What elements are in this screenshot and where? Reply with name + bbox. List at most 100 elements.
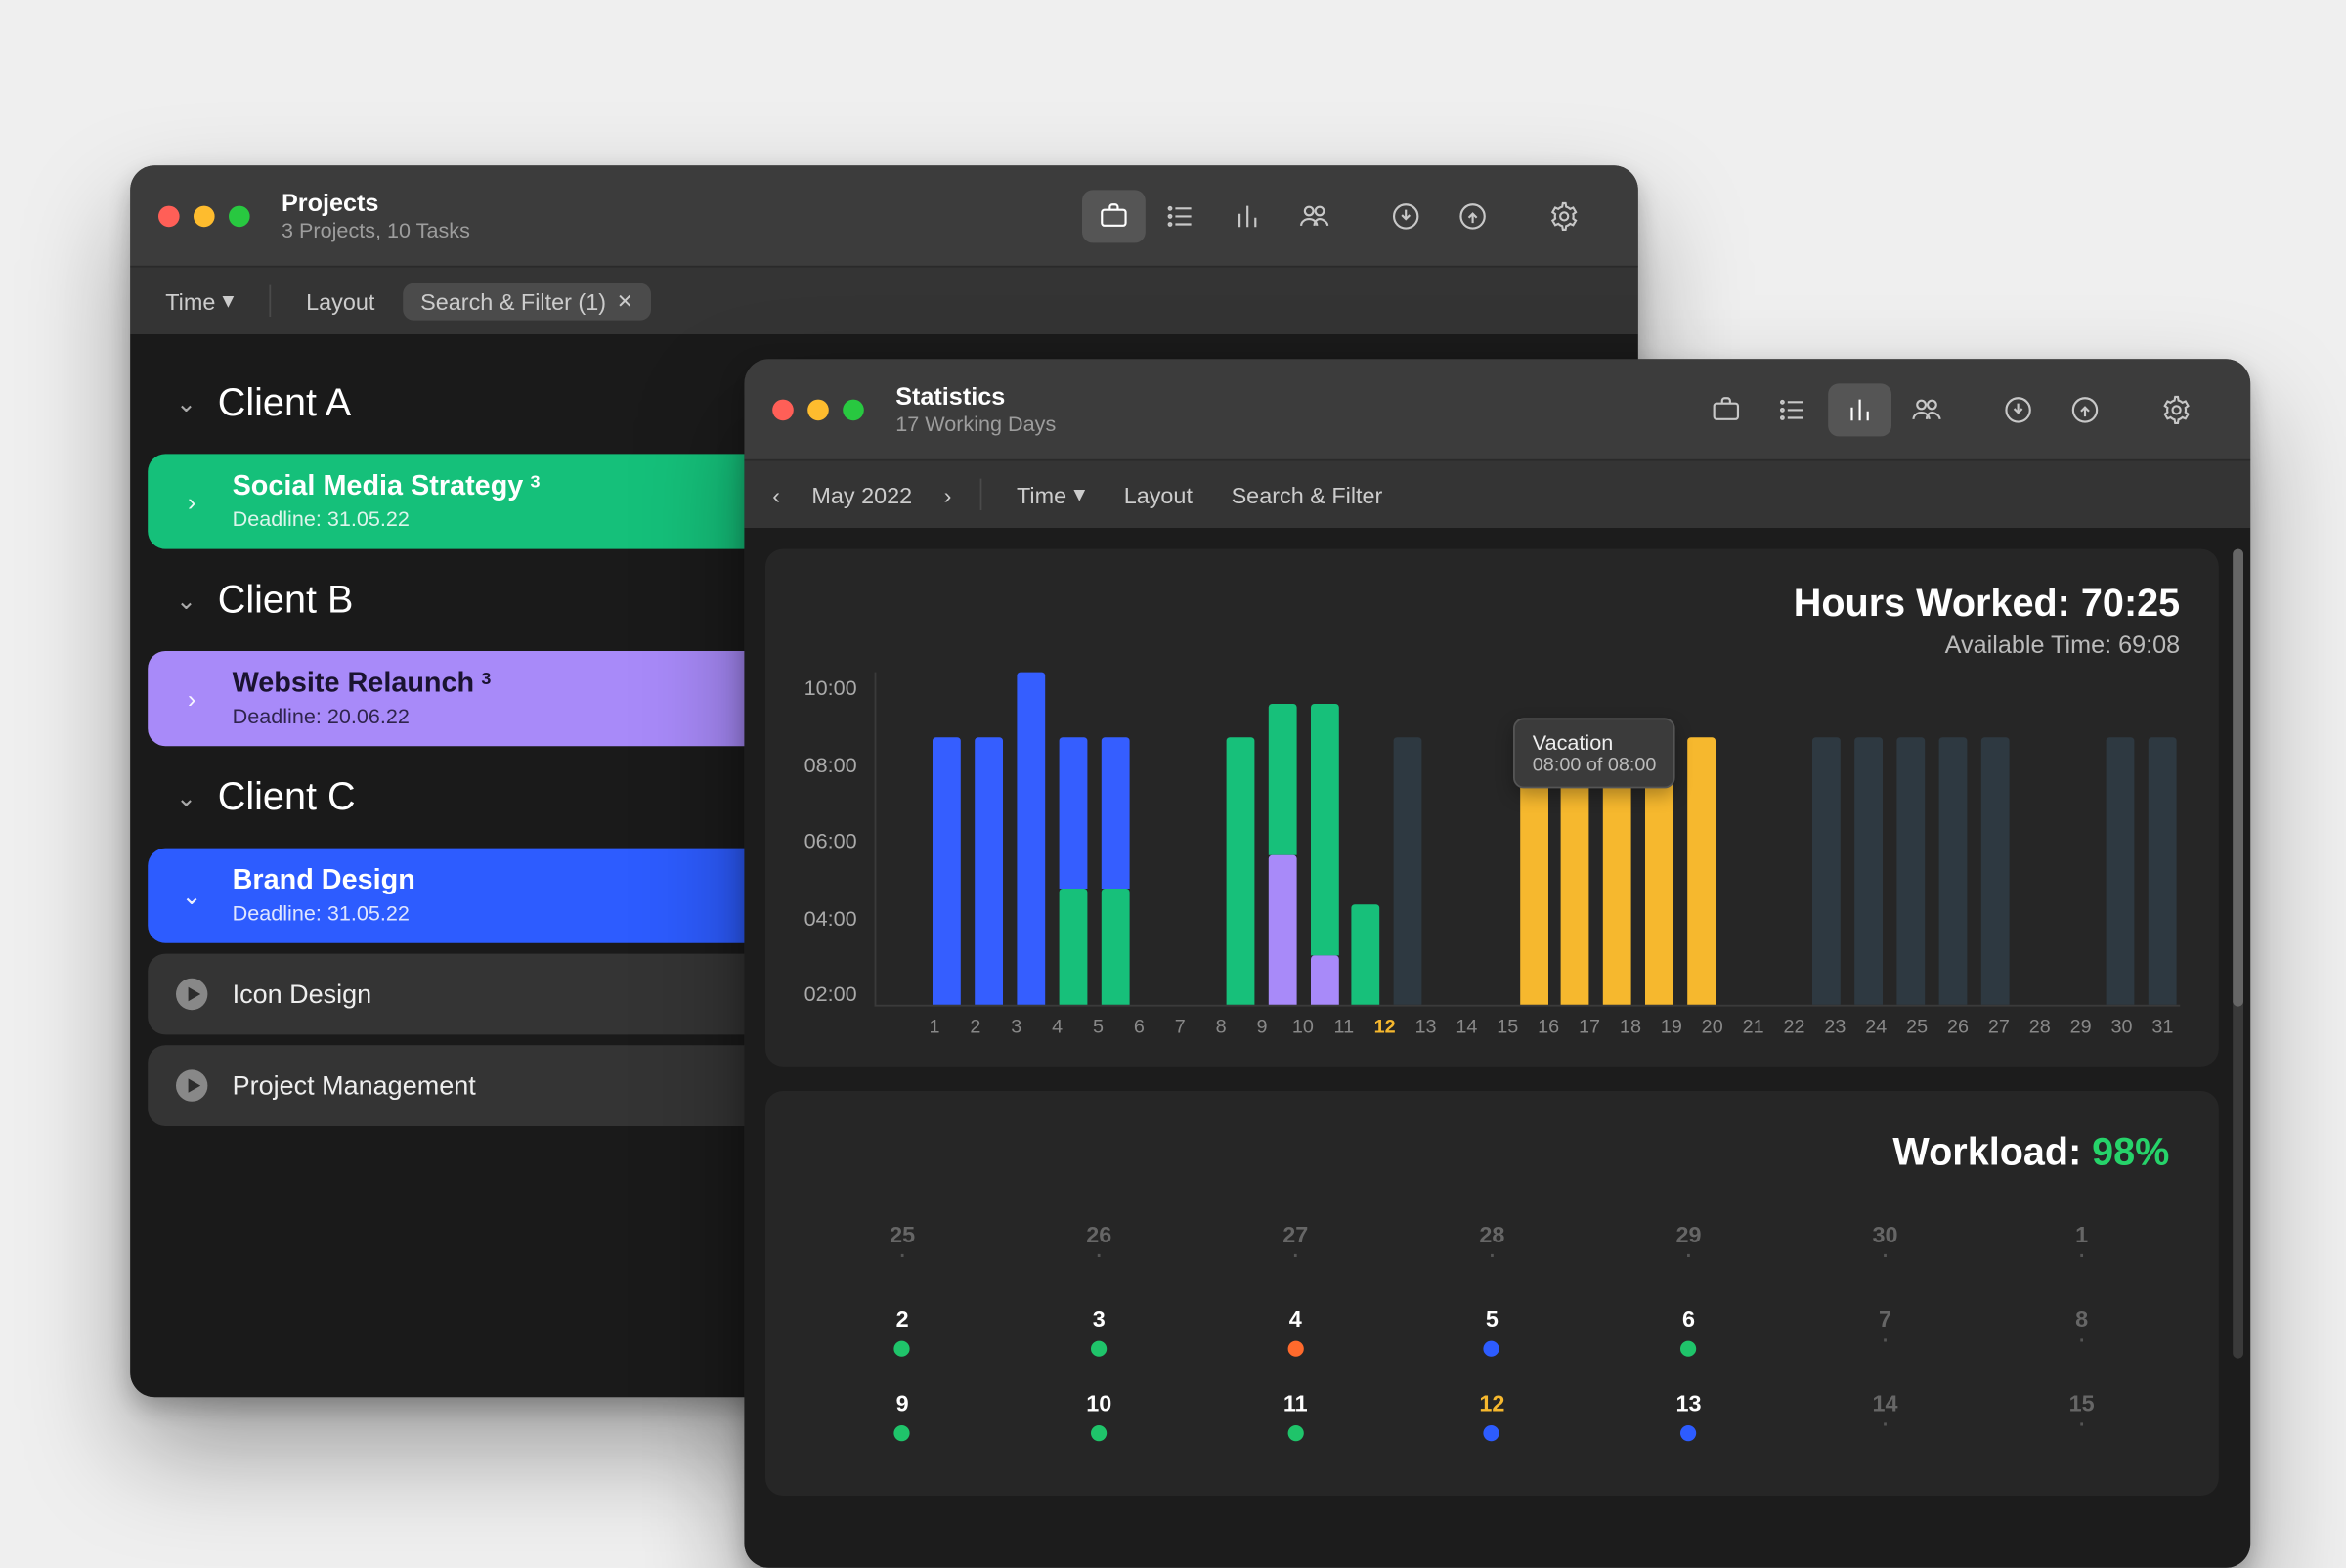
settings-button[interactable] — [2145, 383, 2208, 436]
x-tick: 17 — [1572, 1017, 1607, 1038]
chart-column[interactable] — [1390, 673, 1426, 1005]
view-briefcase-button[interactable] — [1694, 383, 1758, 436]
calendar-day[interactable]: 12 — [1394, 1383, 1590, 1467]
settings-button[interactable] — [1533, 190, 1596, 242]
calendar-day[interactable]: 13 — [1590, 1383, 1787, 1467]
chart-column[interactable] — [1180, 673, 1216, 1005]
close-icon[interactable] — [158, 205, 180, 227]
chart-column[interactable] — [1850, 673, 1887, 1005]
calendar-day[interactable]: 5 — [1394, 1298, 1590, 1382]
calendar-day: 25 — [804, 1214, 1001, 1298]
export-button[interactable] — [1441, 190, 1504, 242]
calendar-day: 28 — [1394, 1214, 1590, 1298]
search-filter[interactable]: Search & Filter — [1221, 474, 1393, 514]
chart-column[interactable] — [1348, 673, 1384, 1005]
calendar-day[interactable]: 11 — [1197, 1383, 1394, 1467]
chart-column[interactable] — [1892, 673, 1929, 1005]
y-tick: 02:00 — [804, 981, 857, 1006]
client-name: Client B — [218, 577, 354, 623]
layout-menu[interactable]: Layout — [295, 281, 385, 321]
bar-segment — [1059, 888, 1087, 1005]
chart-column[interactable] — [2060, 673, 2096, 1005]
zoom-icon[interactable] — [229, 205, 250, 227]
minimize-icon[interactable] — [807, 399, 829, 420]
chart-column[interactable] — [1725, 673, 1761, 1005]
view-people-button[interactable] — [1895, 383, 1959, 436]
chart-column[interactable] — [1808, 673, 1845, 1005]
chart-column[interactable] — [1473, 673, 1509, 1005]
chart-column[interactable] — [2102, 673, 2138, 1005]
chart-column[interactable] — [2019, 673, 2055, 1005]
bar-segment — [1352, 904, 1380, 1005]
zoom-icon[interactable] — [843, 399, 864, 420]
calendar-day-number: 30 — [1873, 1221, 1898, 1247]
chart-column[interactable] — [1138, 673, 1174, 1005]
prev-month-button[interactable]: ‹ — [769, 481, 784, 507]
x-tick: 30 — [2104, 1017, 2139, 1038]
view-list-button[interactable] — [1149, 190, 1212, 242]
client-name: Client C — [218, 774, 356, 820]
hours-worked-line: Hours Worked: 70:25 — [1794, 581, 2180, 627]
task-name: Project Management — [233, 1070, 476, 1101]
chart-column[interactable] — [1977, 673, 2013, 1005]
chart-column[interactable] — [1766, 673, 1803, 1005]
play-icon[interactable] — [176, 979, 207, 1010]
view-people-button[interactable] — [1282, 190, 1346, 242]
import-button[interactable] — [1374, 190, 1438, 242]
calendar-day[interactable]: 4 — [1197, 1298, 1394, 1382]
chart-column[interactable] — [1934, 673, 1971, 1005]
view-stats-button[interactable] — [1828, 383, 1891, 436]
projects-titlebar: Projects 3 Projects, 10 Tasks — [130, 165, 1638, 267]
chart-column[interactable] — [887, 673, 923, 1005]
chart-column[interactable] — [1055, 673, 1091, 1005]
bar-segment — [1687, 737, 1716, 1005]
scrollbar[interactable] — [2233, 549, 2243, 1359]
chart-column[interactable] — [1306, 673, 1342, 1005]
calendar-day[interactable]: 6 — [1590, 1298, 1787, 1382]
calendar-dot-icon — [1287, 1341, 1303, 1357]
calendar-day-number: 29 — [1675, 1221, 1701, 1247]
chart-column[interactable] — [1013, 673, 1049, 1005]
chart-column[interactable] — [1097, 673, 1133, 1005]
chart-column[interactable] — [971, 673, 1007, 1005]
x-tick: 8 — [1203, 1017, 1238, 1038]
view-list-button[interactable] — [1761, 383, 1825, 436]
chart-column[interactable] — [2144, 673, 2180, 1005]
window-title-block: Projects 3 Projects, 10 Tasks — [282, 188, 470, 242]
view-stats-button[interactable] — [1216, 190, 1280, 242]
chart-column[interactable] — [1431, 673, 1467, 1005]
window-subtitle: 17 Working Days — [895, 412, 1056, 437]
calendar-day: 29 — [1590, 1214, 1787, 1298]
view-briefcase-button[interactable] — [1082, 190, 1146, 242]
tooltip-sub: 08:00 of 08:00 — [1533, 755, 1657, 776]
import-button[interactable] — [1986, 383, 2050, 436]
next-month-button[interactable]: › — [940, 481, 955, 507]
calendar-day[interactable]: 2 — [804, 1298, 1001, 1382]
chart-column[interactable] — [929, 673, 965, 1005]
x-tick: 10 — [1285, 1017, 1321, 1038]
close-filter-icon[interactable]: ✕ — [617, 289, 633, 312]
time-menu[interactable]: Time▾ — [154, 280, 244, 322]
workload-value: 98% — [2092, 1130, 2169, 1176]
calendar-day[interactable]: 10 — [1001, 1383, 1197, 1467]
stats-titlebar: Statistics 17 Working Days — [744, 359, 2250, 460]
chart-column[interactable] — [1683, 673, 1719, 1005]
calendar-day[interactable]: 3 — [1001, 1298, 1197, 1382]
chart-column[interactable] — [1222, 673, 1258, 1005]
close-icon[interactable] — [772, 399, 794, 420]
y-tick: 04:00 — [804, 905, 857, 930]
time-menu[interactable]: Time▾ — [1006, 473, 1096, 515]
filter-label: Search & Filter — [1232, 481, 1383, 507]
search-filter-pill[interactable]: Search & Filter (1) ✕ — [403, 283, 650, 320]
calendar-day[interactable]: 9 — [804, 1383, 1001, 1467]
month-label[interactable]: May 2022 — [802, 474, 923, 514]
play-icon[interactable] — [176, 1069, 207, 1101]
minimize-icon[interactable] — [194, 205, 215, 227]
chart-column[interactable] — [1264, 673, 1300, 1005]
traffic-lights — [772, 399, 864, 420]
bar-segment — [1938, 737, 1967, 1005]
export-button[interactable] — [2054, 383, 2117, 436]
layout-menu[interactable]: Layout — [1113, 474, 1203, 514]
x-tick: 22 — [1776, 1017, 1811, 1038]
calendar-day-number: 3 — [1093, 1306, 1106, 1332]
